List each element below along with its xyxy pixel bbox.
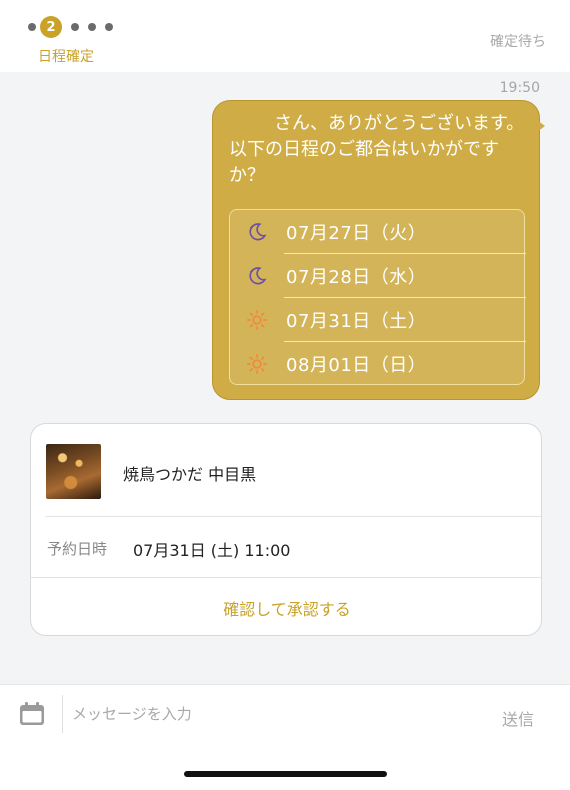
divider: [45, 516, 541, 517]
status-text: 確定待ち: [490, 34, 546, 50]
message-input[interactable]: [72, 697, 472, 731]
message-composer: 送信: [0, 684, 570, 748]
step-dot-4: [88, 23, 96, 31]
chat-area[interactable]: 19:50 さん、ありがとうございます。以下の日程のご都合はいかがですか？ 07…: [0, 72, 570, 684]
step-indicator: 2: [28, 16, 113, 38]
date-options-list: 07月27日（火） 07月28日（水） 07月31日（土） 08月01日（日）: [229, 209, 526, 386]
home-indicator: [184, 771, 387, 777]
reservation-datetime-value: 07月31日 (土) 11:00: [133, 541, 291, 560]
date-option[interactable]: 08月01日（日）: [230, 342, 526, 386]
restaurant-name[interactable]: 焼鳥つかだ 中目黒: [123, 461, 256, 485]
date-option-label: 07月31日（土）: [286, 311, 427, 332]
calendar-icon[interactable]: [18, 700, 46, 728]
moon-icon: [249, 267, 267, 285]
moon-icon: [249, 223, 267, 241]
sun-icon: [247, 310, 267, 330]
header: 2 日程確定 確定待ち: [0, 0, 570, 72]
bubble-tail: [537, 120, 545, 132]
restaurant-thumbnail[interactable]: [46, 444, 101, 499]
send-button[interactable]: 送信: [502, 706, 534, 730]
reservation-card: 焼鳥つかだ 中目黒 予約日時 07月31日 (土) 11:00 確認して承認する: [30, 423, 542, 636]
confirm-approve-button[interactable]: 確認して承認する: [31, 578, 541, 635]
date-option[interactable]: 07月27日（火）: [230, 210, 526, 254]
current-step-badge: 2: [40, 16, 62, 38]
step-dot-3: [71, 23, 79, 31]
date-option-label: 07月28日（水）: [286, 267, 427, 288]
date-option-label: 07月27日（火）: [286, 223, 427, 244]
message-bubble: さん、ありがとうございます。以下の日程のご都合はいかがですか？ 07月27日（火…: [212, 100, 540, 400]
step-dot-1: [28, 23, 36, 31]
step-label: 日程確定: [38, 49, 94, 65]
reservation-datetime-label: 予約日時: [47, 540, 108, 558]
date-option[interactable]: 07月28日（水）: [230, 254, 526, 298]
message-text: さん、ありがとうございます。以下の日程のご都合はいかがですか？: [229, 113, 525, 186]
date-option[interactable]: 07月31日（土）: [230, 298, 526, 342]
message-timestamp: 19:50: [499, 80, 540, 96]
step-dot-5: [105, 23, 113, 31]
composer-divider: [62, 695, 63, 733]
date-option-label: 08月01日（日）: [286, 355, 427, 376]
app-root: 2 日程確定 確定待ち 19:50 さん、ありがとうございます。以下の日程のご都…: [0, 0, 570, 790]
sun-icon: [247, 354, 267, 374]
